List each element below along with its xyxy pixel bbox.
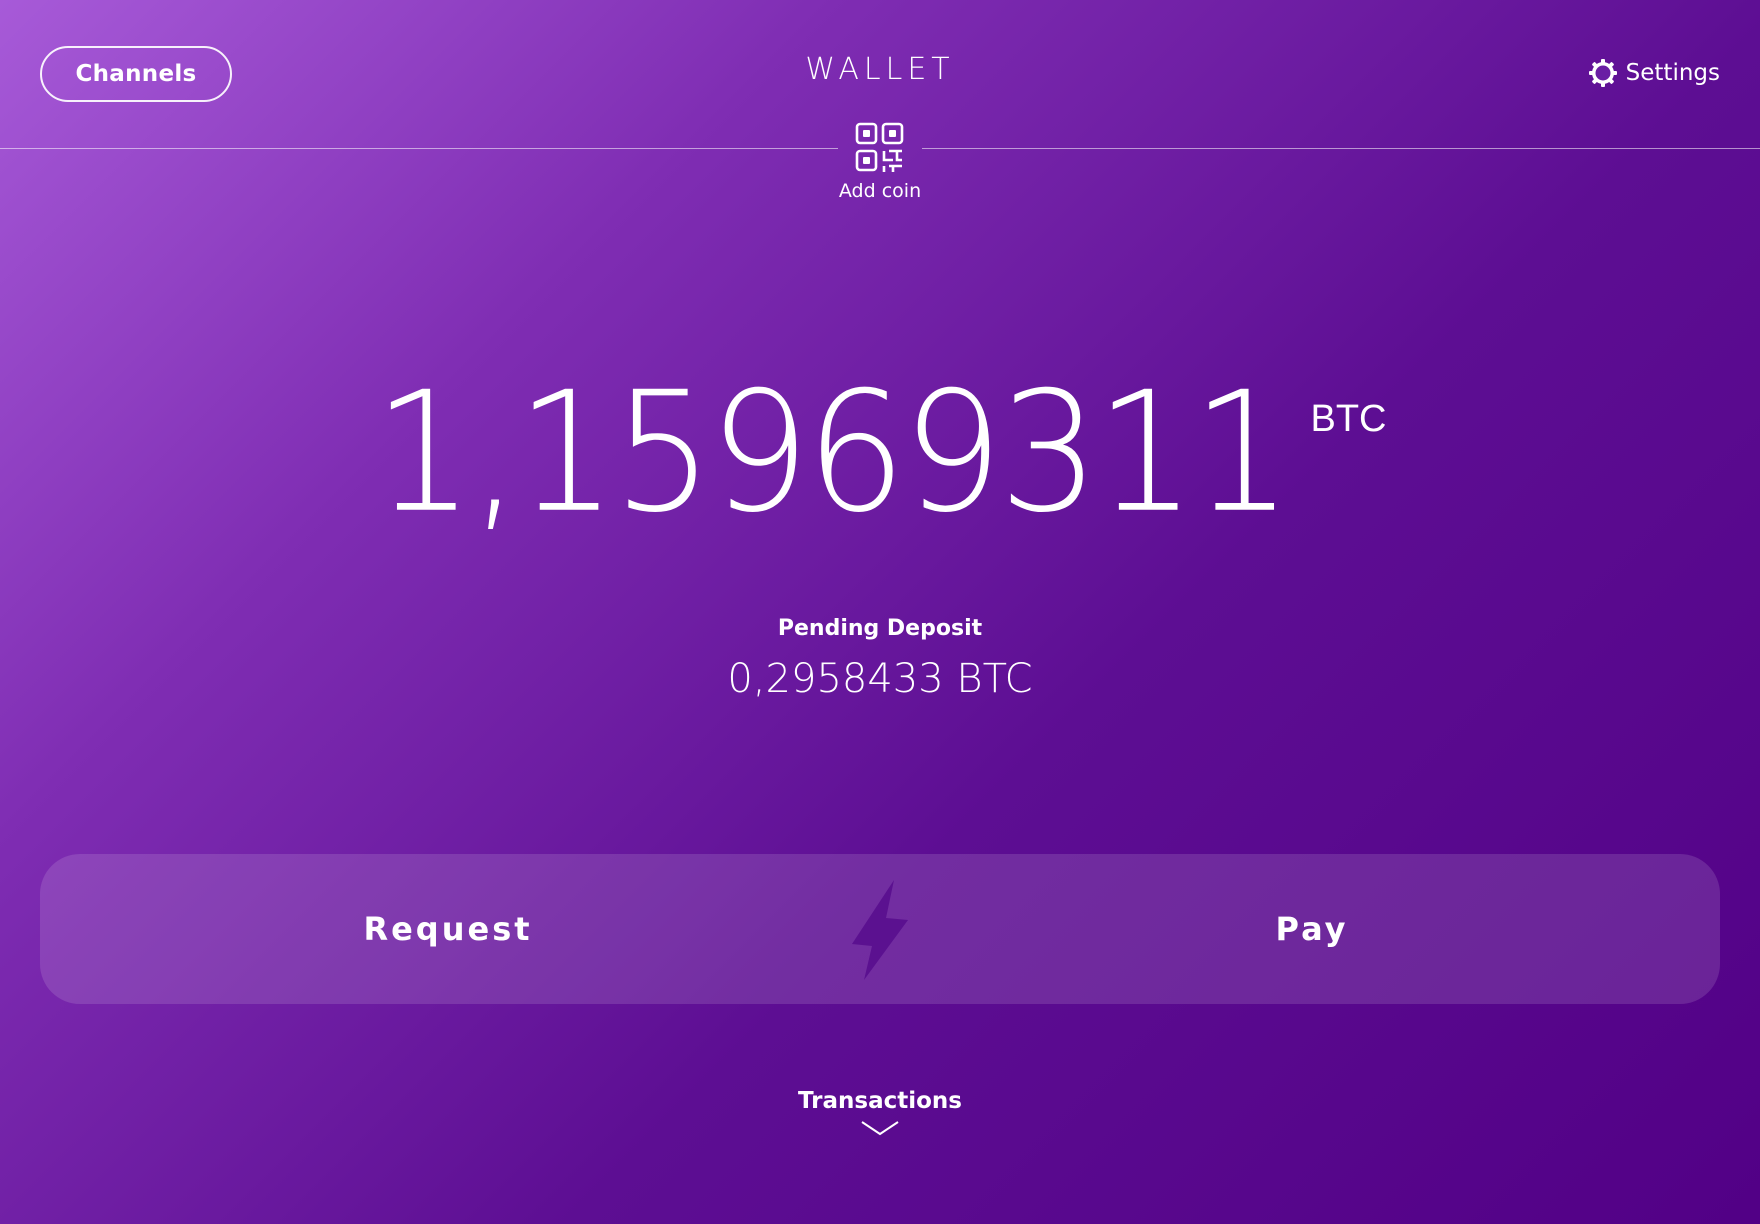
chevron-down-icon — [861, 1121, 899, 1136]
request-button[interactable]: Request — [40, 854, 856, 1004]
transactions-toggle[interactable]: Transactions — [730, 1088, 1030, 1136]
pending-deposit-label: Pending Deposit — [777, 616, 983, 641]
header-divider-left — [0, 148, 838, 149]
wallet-screen: Channels WALLET Settings Add coin 1,1596… — [0, 0, 1760, 1224]
pending-deposit-amount: 0,2958433 BTC — [727, 656, 1033, 702]
action-bar: Request Pay — [40, 854, 1720, 1004]
balance-amount: 1,15969311 — [373, 356, 1293, 550]
header-divider-right — [922, 148, 1760, 149]
balance-unit: BTC — [1310, 398, 1387, 440]
pay-button[interactable]: Pay — [904, 854, 1720, 1004]
settings-label: Settings — [1625, 60, 1720, 86]
gear-icon — [1588, 59, 1617, 87]
balance-display: 1,15969311 BTC — [0, 370, 1760, 536]
add-coin-button[interactable]: Add coin — [830, 122, 930, 202]
qr-code-icon — [855, 122, 904, 172]
add-coin-label: Add coin — [838, 180, 922, 202]
transactions-label: Transactions — [798, 1088, 962, 1114]
settings-button[interactable]: Settings — [1588, 56, 1720, 90]
lightning-bolt-icon — [852, 880, 908, 980]
page-title: WALLET — [805, 52, 955, 87]
